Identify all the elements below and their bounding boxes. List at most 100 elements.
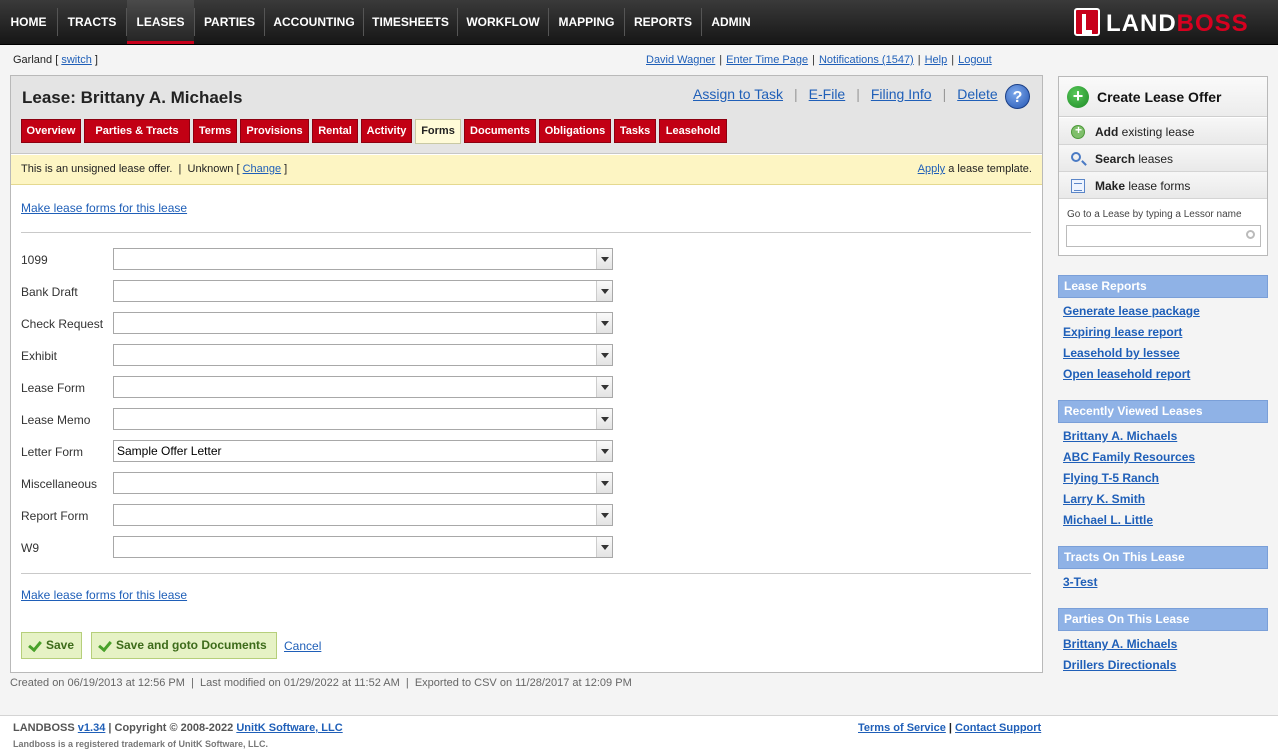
contact-support-link[interactable]: Contact Support	[955, 722, 1041, 734]
logout-link[interactable]: Logout	[958, 54, 992, 66]
nav-tracts[interactable]: TRACTS	[58, 0, 126, 44]
add-icon	[1071, 123, 1085, 139]
nav-reports[interactable]: REPORTS	[625, 0, 701, 44]
save-button[interactable]: Save	[21, 632, 82, 659]
assign-to-task-link[interactable]: Assign to Task	[693, 86, 783, 102]
tab-activity[interactable]: Activity	[361, 119, 412, 143]
chevron-down-icon[interactable]	[596, 313, 612, 333]
tab-leasehold[interactable]: Leasehold	[659, 119, 727, 143]
help-link[interactable]: Help	[925, 54, 948, 66]
goto-lease-input[interactable]	[1066, 225, 1261, 247]
recent-lease-link[interactable]: Brittany A. Michaels	[1063, 429, 1177, 443]
expiring-lease-report-link[interactable]: Expiring lease report	[1063, 325, 1182, 339]
nav-admin[interactable]: ADMIN	[702, 0, 760, 44]
tab-documents[interactable]: Documents	[464, 119, 536, 143]
field-label: W9	[21, 541, 39, 555]
terms-of-service-link[interactable]: Terms of Service	[858, 722, 946, 734]
e-file-link[interactable]: E-File	[809, 86, 846, 102]
footer-links: Terms of Service | Contact Support	[858, 722, 1042, 734]
open-leasehold-report-link[interactable]: Open leasehold report	[1063, 367, 1190, 381]
chevron-down-icon[interactable]	[596, 249, 612, 269]
chevron-down-icon[interactable]	[596, 441, 612, 461]
add-existing-lease-button[interactable]: Add existing lease	[1059, 118, 1267, 145]
nav-workflow[interactable]: WORKFLOW	[458, 0, 548, 44]
tab-terms[interactable]: Terms	[193, 119, 237, 143]
delete-link[interactable]: Delete	[957, 86, 997, 102]
save-and-goto-documents-button[interactable]: Save and goto Documents	[91, 632, 277, 659]
nav-leases[interactable]: LEASES	[127, 0, 194, 44]
create-lease-offer-button[interactable]: + Create Lease Offer	[1059, 77, 1267, 117]
select-letter-form[interactable]: Sample Offer Letter	[113, 440, 613, 462]
recent-lease-link[interactable]: Flying T-5 Ranch	[1063, 471, 1159, 485]
nav-parties[interactable]: PARTIES	[195, 0, 264, 44]
help-icon[interactable]: ?	[1005, 84, 1030, 109]
nav-accounting[interactable]: ACCOUNTING	[265, 0, 363, 44]
select-1099[interactable]	[113, 248, 613, 270]
field-label: Miscellaneous	[21, 477, 98, 491]
notifications-link[interactable]: Notifications (1547)	[819, 54, 914, 66]
lease-quick-actions: + Create Lease Offer Add existing lease …	[1058, 76, 1268, 256]
search-icon	[1071, 152, 1081, 162]
chevron-down-icon[interactable]	[596, 473, 612, 493]
nav-mapping[interactable]: MAPPING	[549, 0, 624, 44]
search-leases-button[interactable]: Search leases	[1059, 145, 1267, 172]
notice-template: Apply a lease template.	[917, 163, 1032, 175]
tab-provisions[interactable]: Provisions	[240, 119, 309, 143]
party-link[interactable]: Brittany A. Michaels	[1063, 637, 1177, 651]
tab-parties-tracts[interactable]: Parties & Tracts	[84, 119, 190, 143]
recent-lease-link[interactable]: ABC Family Resources	[1063, 450, 1195, 464]
tab-forms[interactable]: Forms	[415, 119, 461, 144]
make-lease-forms-link-bottom[interactable]: Make lease forms for this lease	[21, 588, 187, 602]
recent-lease-link[interactable]: Michael L. Little	[1063, 513, 1153, 527]
field-label: Bank Draft	[21, 285, 78, 299]
field-label: Report Form	[21, 509, 89, 523]
chevron-down-icon[interactable]	[596, 537, 612, 557]
tab-obligations[interactable]: Obligations	[539, 119, 611, 143]
leasehold-by-lessee-link[interactable]: Leasehold by lessee	[1063, 346, 1180, 360]
tab-rental[interactable]: Rental	[312, 119, 358, 143]
lease-audit-info: Created on 06/19/2013 at 12:56 PM | Last…	[10, 677, 632, 689]
change-status-link[interactable]: Change	[243, 163, 282, 175]
enter-time-page-link[interactable]: Enter Time Page	[726, 54, 808, 66]
field-label: 1099	[21, 253, 48, 267]
chevron-down-icon[interactable]	[596, 345, 612, 365]
company-link[interactable]: UnitK Software, LLC	[236, 722, 342, 734]
chevron-down-icon[interactable]	[596, 377, 612, 397]
field-label: Lease Memo	[21, 413, 91, 427]
footer-copyright: LANDBOSS v1.34 | Copyright © 2008-2022 U…	[13, 722, 343, 734]
select-exhibit[interactable]	[113, 344, 613, 366]
page-title: Lease: Brittany A. Michaels	[22, 88, 243, 107]
unsigned-offer-notice: This is an unsigned lease offer. | Unkno…	[11, 155, 1042, 185]
search-icon[interactable]	[1246, 230, 1255, 239]
nav-timesheets[interactable]: TIMESHEETS	[364, 0, 457, 44]
select-lease-form[interactable]	[113, 376, 613, 398]
landboss-logo-icon	[1074, 8, 1100, 36]
version-link[interactable]: v1.34	[78, 722, 106, 734]
filing-info-link[interactable]: Filing Info	[871, 86, 932, 102]
select-bank-draft[interactable]	[113, 280, 613, 302]
chevron-down-icon[interactable]	[596, 505, 612, 525]
nav-home[interactable]: HOME	[0, 0, 57, 44]
switch-location-link[interactable]: switch	[61, 54, 92, 66]
notice-status: This is an unsigned lease offer. | Unkno…	[21, 163, 288, 175]
make-lease-forms-link[interactable]: Make lease forms for this lease	[21, 201, 187, 215]
apply-template-link[interactable]: Apply	[918, 163, 946, 175]
recent-lease-link[interactable]: Larry K. Smith	[1063, 492, 1145, 506]
select-lease-memo[interactable]	[113, 408, 613, 430]
select-miscellaneous[interactable]	[113, 472, 613, 494]
make-lease-forms-button[interactable]: Make lease forms	[1059, 172, 1267, 199]
cancel-link[interactable]: Cancel	[284, 639, 321, 653]
select-w9[interactable]	[113, 536, 613, 558]
chevron-down-icon[interactable]	[596, 281, 612, 301]
chevron-down-icon[interactable]	[596, 409, 612, 429]
landboss-logo[interactable]: LANDBOSS	[1074, 8, 1266, 38]
tract-link[interactable]: 3-Test	[1063, 575, 1097, 589]
lease-panel: Lease: Brittany A. Michaels Assign to Ta…	[10, 75, 1043, 673]
select-check-request[interactable]	[113, 312, 613, 334]
user-name-link[interactable]: David Wagner	[646, 54, 715, 66]
party-link[interactable]: Drillers Directionals	[1063, 658, 1176, 672]
select-report-form[interactable]	[113, 504, 613, 526]
generate-lease-package-link[interactable]: Generate lease package	[1063, 304, 1200, 318]
tab-tasks[interactable]: Tasks	[614, 119, 656, 143]
tab-overview[interactable]: Overview	[21, 119, 81, 143]
